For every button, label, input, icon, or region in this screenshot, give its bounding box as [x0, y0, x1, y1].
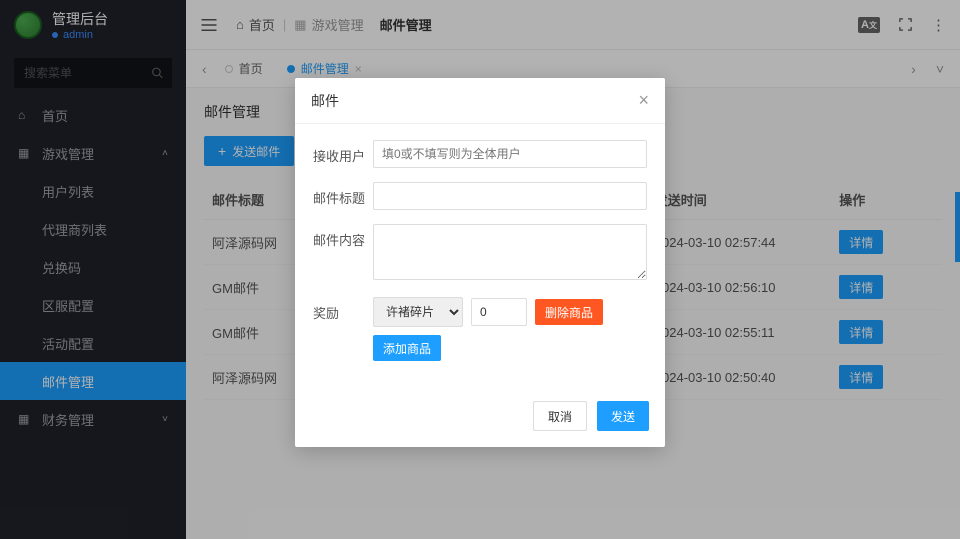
send-button[interactable]: 发送 — [597, 401, 649, 431]
modal-title: 邮件 — [311, 91, 339, 111]
modal-header: 邮件 × — [295, 78, 665, 124]
receiver-field[interactable] — [373, 140, 647, 168]
mail-modal: 邮件 × 接收用户 邮件标题 邮件内容 奖励 许褚碎片 — [295, 78, 665, 447]
label-title: 邮件标题 — [313, 182, 373, 207]
cancel-button[interactable]: 取消 — [533, 401, 587, 431]
modal-footer: 取消 发送 — [295, 391, 665, 447]
mail-title-field[interactable] — [373, 182, 647, 210]
label-content: 邮件内容 — [313, 224, 373, 249]
mail-content-field[interactable] — [373, 224, 647, 280]
add-item-button[interactable]: 添加商品 — [373, 335, 441, 361]
reward-qty-field[interactable] — [471, 298, 527, 326]
reward-select[interactable]: 许褚碎片 — [373, 297, 463, 327]
modal-body: 接收用户 邮件标题 邮件内容 奖励 许褚碎片 删除商品 — [295, 124, 665, 391]
close-icon[interactable]: × — [638, 90, 649, 111]
modal-overlay[interactable]: 邮件 × 接收用户 邮件标题 邮件内容 奖励 许褚碎片 — [0, 0, 960, 539]
label-reward: 奖励 — [313, 297, 373, 322]
label-receiver: 接收用户 — [313, 140, 373, 165]
delete-item-button[interactable]: 删除商品 — [535, 299, 603, 325]
